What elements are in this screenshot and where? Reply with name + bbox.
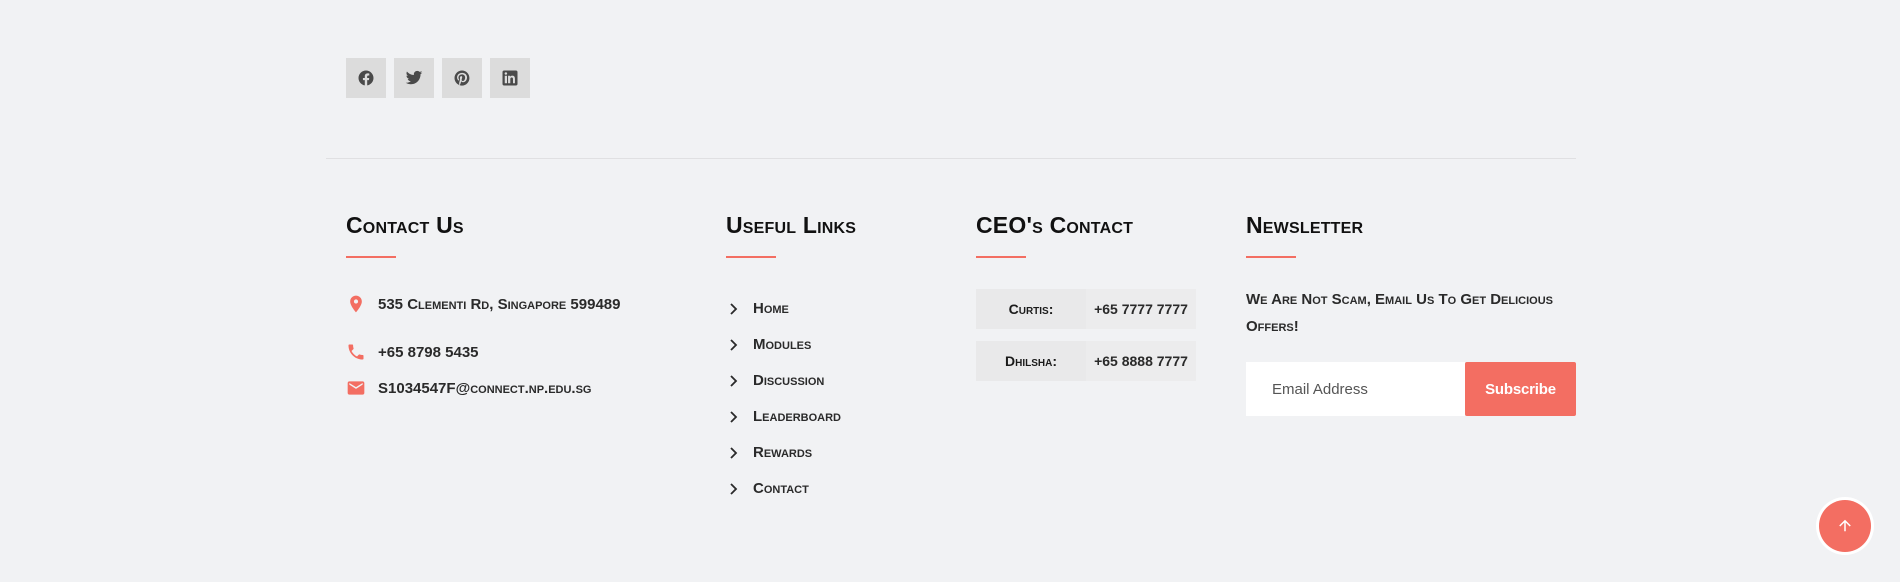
newsletter-underline: [1246, 256, 1296, 258]
newsletter-title: Newsletter: [1246, 212, 1364, 238]
useful-links-underline: [726, 256, 776, 258]
chevron-right-icon: [729, 302, 739, 315]
arrow-up-icon: [1839, 519, 1851, 532]
mail-icon: [346, 378, 366, 398]
useful-links-title: Useful Links: [726, 212, 857, 238]
linkedin-icon: [502, 70, 518, 86]
footer-divider: [326, 158, 1576, 159]
useful-links-column: Useful Links Home Modules Discussion Lea…: [726, 210, 856, 506]
back-to-top-button[interactable]: [1819, 500, 1871, 552]
link-home[interactable]: Home: [726, 290, 856, 326]
ceo-contact-underline: [976, 256, 1026, 258]
location-pin-icon: [346, 294, 366, 314]
contact-email: S1034547F@connect.np.edu.sg: [346, 376, 620, 400]
ceo-name: Dhilsha:: [976, 341, 1086, 381]
newsletter-text: We Are Not Scam, Email Us To Get Delicio…: [1246, 291, 1554, 335]
link-discussion[interactable]: Discussion: [726, 362, 856, 398]
twitter-button[interactable]: [394, 58, 434, 98]
contact-title-underline: [346, 256, 396, 258]
facebook-button[interactable]: [346, 58, 386, 98]
ceo-phone: +65 7777 7777: [1086, 289, 1196, 329]
ceo-contact-title: CEO's Contact: [976, 212, 1134, 238]
contact-address: 535 Clementi Rd, Singapore 599489: [346, 292, 620, 316]
email-input[interactable]: [1246, 362, 1465, 416]
chevron-right-icon: [729, 410, 739, 423]
contact-address-text: 535 Clementi Rd, Singapore 599489: [378, 295, 621, 313]
facebook-icon: [358, 70, 374, 86]
chevron-right-icon: [729, 338, 739, 351]
footer-page: Contact Us 535 Clementi Rd, Singapore 59…: [0, 0, 1900, 582]
ceo-contact-column: CEO's Contact Curtis: +65 7777 7777 Dhil…: [976, 210, 1196, 393]
ceo-contact-row: Curtis: +65 7777 7777: [976, 289, 1196, 329]
contact-title: Contact Us: [346, 212, 464, 238]
linkedin-button[interactable]: [490, 58, 530, 98]
useful-links-list: Home Modules Discussion Leaderboard Rewa…: [726, 290, 856, 506]
link-modules[interactable]: Modules: [726, 326, 856, 362]
ceo-contact-table: Curtis: +65 7777 7777 Dhilsha: +65 8888 …: [976, 289, 1196, 381]
newsletter-column: Newsletter We Are Not Scam, Email Us To …: [1246, 210, 1576, 416]
contact-list: 535 Clementi Rd, Singapore 599489 +65 87…: [346, 292, 620, 400]
pinterest-icon: [454, 70, 470, 86]
contact-email-text[interactable]: S1034547F@connect.np.edu.sg: [378, 380, 591, 397]
chevron-right-icon: [729, 446, 739, 459]
contact-column: Contact Us 535 Clementi Rd, Singapore 59…: [346, 210, 620, 424]
link-rewards[interactable]: Rewards: [726, 434, 856, 470]
ceo-contact-row: Dhilsha: +65 8888 7777: [976, 341, 1196, 381]
contact-phone-text: +65 8798 5435: [378, 343, 479, 361]
link-contact[interactable]: Contact: [726, 470, 856, 506]
pinterest-button[interactable]: [442, 58, 482, 98]
chevron-right-icon: [729, 374, 739, 387]
twitter-icon: [405, 70, 423, 85]
contact-phone: +65 8798 5435: [346, 340, 620, 364]
phone-icon: [346, 342, 366, 362]
chevron-right-icon: [729, 482, 739, 495]
ceo-phone: +65 8888 7777: [1086, 341, 1196, 381]
social-links: [346, 58, 530, 98]
subscribe-button[interactable]: Subscribe: [1465, 362, 1576, 416]
newsletter-form: Subscribe: [1246, 362, 1576, 416]
ceo-name: Curtis:: [976, 289, 1086, 329]
link-leaderboard[interactable]: Leaderboard: [726, 398, 856, 434]
